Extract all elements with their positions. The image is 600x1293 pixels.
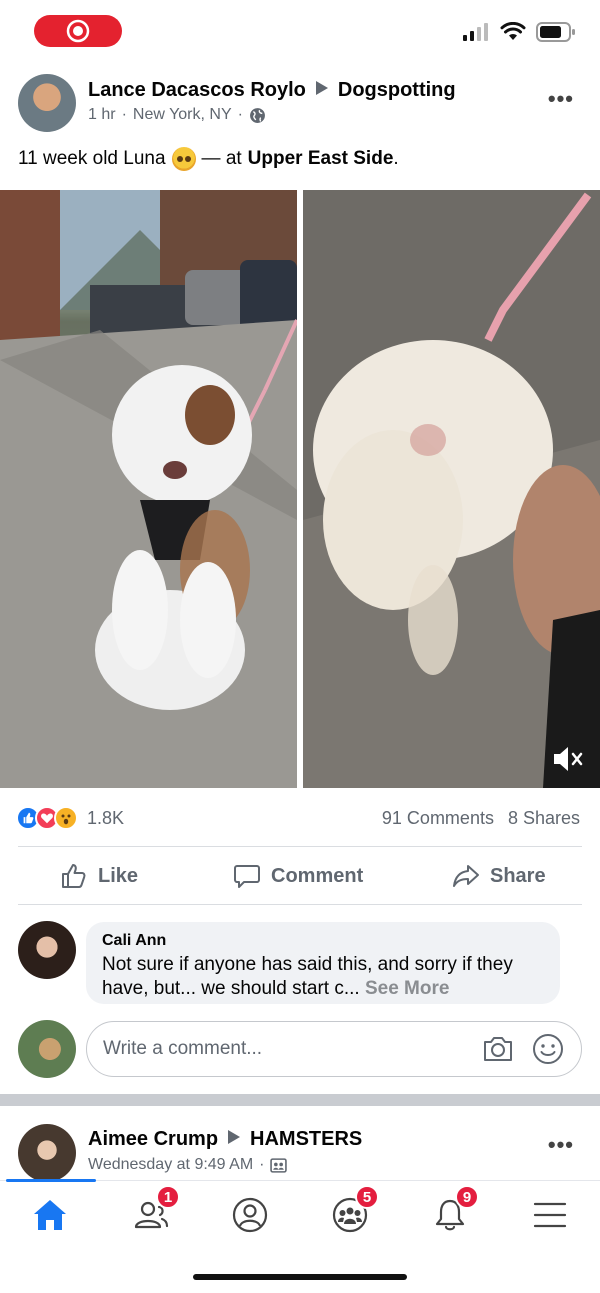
- engagement-counts: 91 Comments 8 Shares: [382, 808, 580, 829]
- comment-label: Comment: [271, 864, 364, 887]
- comment-button[interactable]: Comment: [233, 848, 363, 904]
- group-audience-icon: [270, 1157, 288, 1173]
- like-label: Like: [98, 864, 139, 887]
- next-post-time[interactable]: Wednesday at 9:49 AM: [88, 1156, 253, 1174]
- post-time[interactable]: 1 hr: [88, 106, 116, 124]
- next-post-group[interactable]: HAMSTERS: [250, 1128, 362, 1150]
- meta-separator: ·: [237, 106, 243, 123]
- caption-period: .: [393, 148, 399, 169]
- caption-place-wrap: Upper East Side.: [248, 148, 399, 170]
- tab-groups[interactable]: 5: [325, 1185, 379, 1237]
- comment-text: Not sure if anyone has said this, and so…: [102, 953, 544, 1001]
- next-post-author[interactable]: Aimee Crump: [88, 1128, 218, 1150]
- post-options-icon[interactable]: •••: [548, 86, 574, 112]
- commenter-name[interactable]: Cali Ann: [102, 932, 544, 950]
- tab-notifications[interactable]: 9: [425, 1185, 479, 1237]
- screen-recording-indicator[interactable]: [34, 15, 122, 47]
- comment-body: Not sure if anyone has said this, and so…: [102, 954, 513, 999]
- signal-icon: [463, 23, 488, 41]
- muted-volume-icon[interactable]: [552, 744, 586, 774]
- shares-count[interactable]: 8 Shares: [508, 808, 580, 829]
- see-more-link[interactable]: See More: [365, 978, 449, 999]
- tab-profile[interactable]: [225, 1193, 275, 1237]
- notifications-badge: 9: [455, 1185, 479, 1209]
- feed-separator: [0, 1094, 600, 1106]
- hamburger-menu-icon: [533, 1202, 567, 1228]
- caption-text: 11 week old Luna: [18, 148, 166, 169]
- divider: [18, 904, 582, 905]
- next-post-avatar[interactable]: [18, 1124, 76, 1182]
- divider: [18, 846, 582, 847]
- status-bar: [0, 0, 600, 62]
- wow-icon: [54, 806, 78, 830]
- thumbs-up-icon: [62, 864, 86, 888]
- tab-menu[interactable]: [525, 1193, 575, 1237]
- caption-at: — at: [201, 148, 242, 169]
- home-indicator[interactable]: [193, 1274, 407, 1280]
- battery-icon: [536, 22, 575, 42]
- comments-count[interactable]: 91 Comments: [382, 808, 494, 829]
- groups-badge: 5: [355, 1185, 379, 1209]
- post-location[interactable]: New York, NY: [133, 106, 232, 124]
- profile-icon: [232, 1197, 268, 1233]
- active-tab-indicator: [6, 1179, 96, 1182]
- next-post-meta: Wednesday at 9:49 AM ·: [88, 1156, 288, 1174]
- share-label: Share: [490, 864, 546, 887]
- puppy-photo-image: [0, 190, 297, 788]
- pleading-face-icon: [171, 147, 196, 171]
- post-actions: Like Comment Share: [0, 848, 600, 904]
- next-post-author-line: Aimee Crump HAMSTERS: [88, 1128, 362, 1151]
- comment-bubble[interactable]: Cali Ann Not sure if anyone has said thi…: [86, 922, 560, 1004]
- like-button[interactable]: Like: [60, 848, 138, 904]
- camera-icon[interactable]: [481, 1032, 515, 1066]
- post-meta: 1 hr · New York, NY ·: [88, 106, 266, 124]
- bottom-tab-bar: 1 5 9: [0, 1179, 600, 1250]
- home-icon: [34, 1200, 66, 1230]
- triangle-right-icon: [228, 1130, 241, 1144]
- next-post-options-icon[interactable]: •••: [548, 1132, 574, 1158]
- group-name[interactable]: Dogspotting: [338, 79, 456, 101]
- share-button[interactable]: Share: [452, 848, 546, 904]
- post-video-puppy[interactable]: [303, 190, 600, 788]
- author-name[interactable]: Lance Dacascos Roylo: [88, 79, 306, 101]
- my-avatar: [18, 1020, 76, 1078]
- meta-separator: ·: [121, 106, 127, 123]
- commenter-avatar[interactable]: [18, 921, 76, 979]
- tab-friends[interactable]: 1: [126, 1185, 180, 1237]
- post-photo-puppy[interactable]: [0, 190, 297, 788]
- puppy-video-frame: [303, 190, 600, 788]
- reactions-summary[interactable]: 1.8K: [16, 806, 124, 830]
- post-caption: 11 week old Luna — at Upper East Side.: [18, 147, 399, 171]
- wifi-icon: [500, 22, 526, 40]
- post-header: Lance Dacascos Roylo Dogspotting 1 hr · N…: [0, 68, 600, 138]
- place-link[interactable]: Upper East Side: [248, 148, 394, 169]
- triangle-right-icon: [315, 81, 328, 95]
- reaction-count: 1.8K: [87, 807, 125, 828]
- meta-separator: ·: [259, 1156, 265, 1173]
- record-icon: [66, 19, 90, 43]
- comment-composer[interactable]: [86, 1021, 582, 1077]
- emoji-smile-icon[interactable]: [531, 1032, 565, 1066]
- friends-badge: 1: [156, 1185, 180, 1209]
- tab-home[interactable]: [25, 1193, 75, 1237]
- speech-bubble-icon: [234, 865, 260, 888]
- globe-icon: [250, 107, 265, 123]
- post-author-line: Lance Dacascos Roylo Dogspotting: [88, 79, 456, 102]
- share-arrow-icon: [453, 865, 479, 887]
- comment-input[interactable]: [103, 1038, 465, 1060]
- status-icons: [462, 22, 576, 42]
- author-avatar[interactable]: [18, 74, 76, 132]
